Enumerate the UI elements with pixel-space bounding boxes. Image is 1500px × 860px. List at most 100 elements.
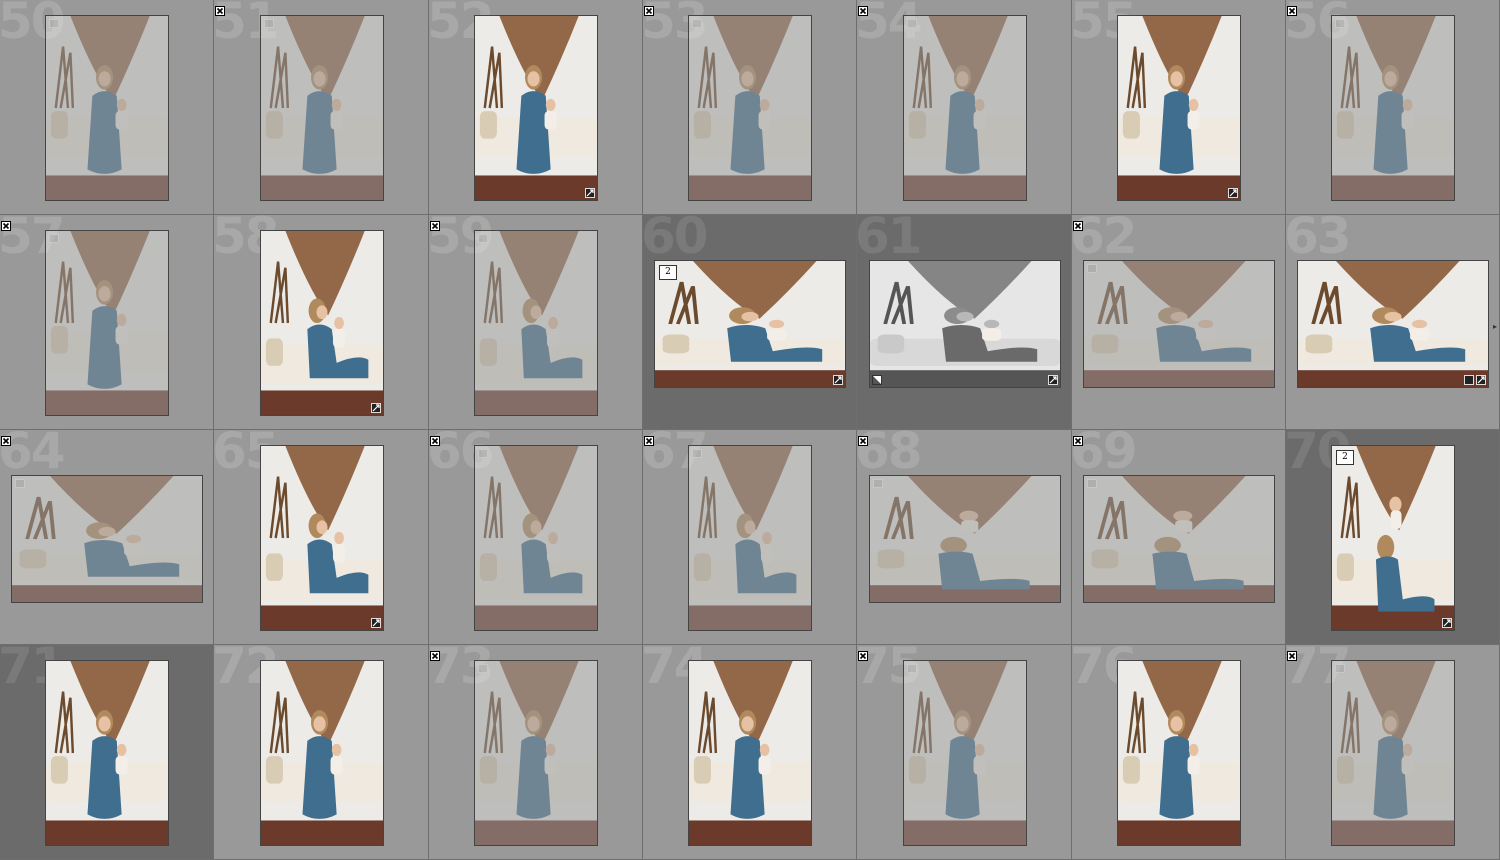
reject-flag-icon[interactable] bbox=[215, 1, 225, 16]
photo-thumbnail[interactable] bbox=[45, 15, 169, 201]
photo-thumbnail[interactable] bbox=[1117, 660, 1241, 846]
metadata-badge-icon[interactable] bbox=[1087, 264, 1097, 273]
photo-thumbnail[interactable]: 2 bbox=[654, 260, 846, 388]
reject-flag-icon[interactable] bbox=[430, 431, 440, 446]
develop-adjusted-icon[interactable] bbox=[1476, 375, 1486, 385]
photo-thumbnail[interactable] bbox=[1117, 15, 1241, 201]
grid-cell[interactable]: 65 bbox=[214, 430, 429, 645]
photo-thumbnail[interactable] bbox=[474, 15, 598, 201]
reject-flag-icon[interactable] bbox=[644, 1, 654, 16]
photo-thumbnail[interactable] bbox=[11, 475, 203, 603]
grid-cell[interactable]: 58 bbox=[214, 215, 429, 430]
reject-flag-icon[interactable] bbox=[430, 646, 440, 661]
photo-thumbnail[interactable] bbox=[45, 230, 169, 416]
grid-cell[interactable]: 62 bbox=[1072, 215, 1286, 430]
metadata-badge-icon[interactable] bbox=[15, 479, 25, 488]
grid-cell[interactable]: 66 bbox=[429, 430, 643, 645]
metadata-badge-icon[interactable] bbox=[49, 234, 59, 243]
metadata-badge-icon[interactable] bbox=[907, 664, 917, 673]
photo-thumbnail[interactable] bbox=[903, 660, 1027, 846]
grid-cell[interactable]: 76 bbox=[1072, 645, 1286, 860]
metadata-badge-icon[interactable] bbox=[1335, 19, 1345, 28]
photo-thumbnail[interactable] bbox=[688, 15, 812, 201]
metadata-badge-icon[interactable] bbox=[478, 449, 488, 458]
grid-cell[interactable]: 75 bbox=[857, 645, 1072, 860]
grid-cell[interactable]: 52 bbox=[429, 0, 643, 215]
grid-cell[interactable]: 67 bbox=[643, 430, 857, 645]
metadata-badge-icon[interactable] bbox=[1335, 664, 1345, 673]
grid-cell[interactable]: 60 2 bbox=[643, 215, 857, 430]
develop-adjusted-icon[interactable] bbox=[1048, 375, 1058, 385]
photo-thumbnail[interactable] bbox=[688, 660, 812, 846]
expand-arrow-icon[interactable]: ▸ bbox=[1493, 322, 1497, 331]
virtual-copy-icon[interactable] bbox=[872, 375, 882, 385]
photo-thumbnail[interactable] bbox=[688, 445, 812, 631]
photo-thumbnail[interactable] bbox=[474, 445, 598, 631]
grid-cell[interactable]: 63 bbox=[1286, 215, 1500, 430]
metadata-badge-icon[interactable] bbox=[692, 449, 702, 458]
grid-cell[interactable]: 51 bbox=[214, 0, 429, 215]
photo-thumbnail[interactable] bbox=[1331, 660, 1455, 846]
photo-thumbnail[interactable] bbox=[45, 660, 169, 846]
reject-flag-icon[interactable] bbox=[1073, 431, 1083, 446]
develop-adjusted-icon[interactable] bbox=[833, 375, 843, 385]
metadata-badge-icon[interactable] bbox=[264, 19, 274, 28]
metadata-badge-icon[interactable] bbox=[49, 19, 59, 28]
grid-cell[interactable]: 64 bbox=[0, 430, 214, 645]
grid-cell[interactable]: 74 bbox=[643, 645, 857, 860]
grid-cell[interactable]: 73 bbox=[429, 645, 643, 860]
reject-flag-icon[interactable] bbox=[1, 216, 11, 231]
photo-thumbnail[interactable] bbox=[474, 660, 598, 846]
reject-flag-icon[interactable] bbox=[430, 216, 440, 231]
grid-cell[interactable]: 61 bbox=[857, 215, 1072, 430]
photo-thumbnail[interactable] bbox=[1083, 260, 1275, 388]
grid-cell[interactable]: 57 bbox=[0, 215, 214, 430]
grid-cell[interactable]: 72 bbox=[214, 645, 429, 860]
develop-adjusted-icon[interactable] bbox=[585, 188, 595, 198]
grid-cell[interactable]: 77 bbox=[1286, 645, 1500, 860]
reject-flag-icon[interactable] bbox=[858, 1, 868, 16]
reject-flag-icon[interactable] bbox=[858, 431, 868, 446]
metadata-badge-icon[interactable] bbox=[907, 19, 917, 28]
reject-flag-icon[interactable] bbox=[1287, 1, 1297, 16]
photo-thumbnail[interactable] bbox=[903, 15, 1027, 201]
stack-count-badge[interactable]: 2 bbox=[659, 265, 677, 280]
develop-adjusted-icon[interactable] bbox=[371, 618, 381, 628]
photo-thumbnail[interactable] bbox=[1297, 260, 1489, 388]
reject-flag-icon[interactable] bbox=[644, 431, 654, 446]
grid-cell[interactable]: 71 bbox=[0, 645, 214, 860]
photo-thumbnail[interactable] bbox=[1331, 15, 1455, 201]
grid-cell[interactable]: 50 bbox=[0, 0, 214, 215]
develop-adjusted-icon[interactable] bbox=[1228, 188, 1238, 198]
develop-adjusted-icon[interactable] bbox=[1442, 618, 1452, 628]
grid-cell[interactable]: 69 bbox=[1072, 430, 1286, 645]
grid-cell[interactable]: 59 bbox=[429, 215, 643, 430]
photo-thumbnail[interactable] bbox=[260, 660, 384, 846]
reject-flag-icon[interactable] bbox=[1, 431, 11, 446]
photo-thumbnail[interactable] bbox=[474, 230, 598, 416]
photo-thumbnail[interactable] bbox=[260, 230, 384, 416]
grid-cell[interactable]: 70 2 bbox=[1286, 430, 1500, 645]
metadata-badge-icon[interactable] bbox=[478, 664, 488, 673]
photo-thumbnail[interactable] bbox=[260, 445, 384, 631]
reject-flag-icon[interactable] bbox=[1287, 646, 1297, 661]
stack-count-badge[interactable]: 2 bbox=[1336, 450, 1354, 465]
photo-thumbnail[interactable] bbox=[260, 15, 384, 201]
grid-cell[interactable]: 54 bbox=[857, 0, 1072, 215]
grid-cell[interactable]: 55 bbox=[1072, 0, 1286, 215]
develop-adjusted-icon[interactable] bbox=[371, 403, 381, 413]
metadata-badge-icon[interactable] bbox=[1087, 479, 1097, 488]
metadata-badge-icon[interactable] bbox=[478, 234, 488, 243]
photo-thumbnail[interactable]: 2 bbox=[1331, 445, 1455, 631]
photo-thumbnail[interactable] bbox=[869, 260, 1061, 388]
photo-thumbnail[interactable] bbox=[1083, 475, 1275, 603]
grid-cell[interactable]: 68 bbox=[857, 430, 1072, 645]
reject-flag-icon[interactable] bbox=[1073, 216, 1083, 231]
reject-flag-icon[interactable] bbox=[858, 646, 868, 661]
keywords-icon[interactable] bbox=[1464, 375, 1474, 385]
metadata-badge-icon[interactable] bbox=[692, 19, 702, 28]
photo-thumbnail[interactable] bbox=[869, 475, 1061, 603]
metadata-badge-icon[interactable] bbox=[873, 479, 883, 488]
grid-cell[interactable]: 56 bbox=[1286, 0, 1500, 215]
grid-cell[interactable]: 53 bbox=[643, 0, 857, 215]
